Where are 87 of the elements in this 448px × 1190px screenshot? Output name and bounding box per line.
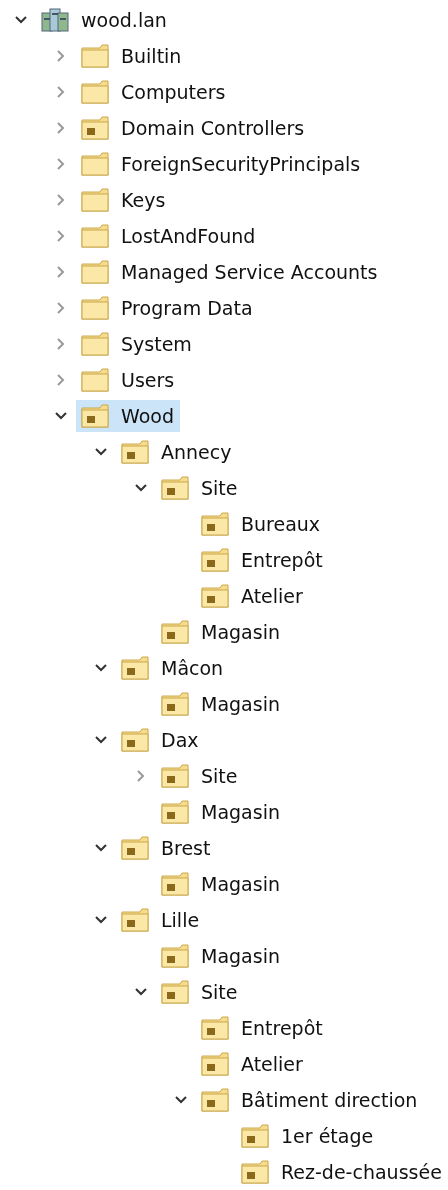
chevron-down-icon[interactable] [174, 1095, 188, 1105]
folder-ou-icon [80, 403, 110, 429]
folder-icon [80, 331, 110, 357]
tree-item[interactable]: Domain Controllers [76, 112, 311, 144]
chevron-down-icon[interactable] [54, 411, 68, 421]
folder-icon [80, 151, 110, 177]
tree-item[interactable]: Builtin [76, 40, 188, 72]
tree-item[interactable]: Atelier [196, 580, 309, 612]
chevron-right-icon[interactable] [56, 193, 66, 207]
folder-ou-icon [240, 1123, 270, 1149]
folder-ou-icon [160, 943, 190, 969]
tree-item[interactable]: Annecy [116, 436, 238, 468]
folder-ou-icon [160, 799, 190, 825]
tree-item[interactable]: Magasin [156, 868, 286, 900]
chevron-right-icon[interactable] [56, 337, 66, 351]
tree-item[interactable]: Keys [76, 184, 172, 216]
folder-ou-icon [80, 115, 110, 141]
folder-ou-icon [120, 439, 150, 465]
folder-ou-icon [160, 475, 190, 501]
tree-item[interactable]: System [76, 328, 198, 360]
tree-item[interactable]: Magasin [156, 616, 286, 648]
folder-icon [80, 367, 110, 393]
chevron-down-icon[interactable] [94, 735, 108, 745]
tree-item[interactable]: ForeignSecurityPrincipals [76, 148, 367, 180]
folder-ou-icon [120, 835, 150, 861]
chevron-right-icon[interactable] [56, 229, 66, 243]
folder-ou-icon [200, 1015, 230, 1041]
folder-icon [80, 259, 110, 285]
tree-item[interactable]: Computers [76, 76, 232, 108]
tree-item[interactable]: Rez-de-chaussée [236, 1156, 448, 1188]
tree-item[interactable]: Entrepôt [196, 1012, 329, 1044]
chevron-down-icon[interactable] [134, 483, 148, 493]
tree-item[interactable]: Bureaux [196, 508, 327, 540]
folder-icon [80, 295, 110, 321]
folder-ou-icon [160, 763, 190, 789]
tree-item[interactable]: Brest [116, 832, 217, 864]
folder-ou-icon [160, 691, 190, 717]
tree-item[interactable]: Entrepôt [196, 544, 329, 576]
domain-servers-icon [40, 7, 70, 33]
tree-item[interactable]: Magasin [156, 688, 286, 720]
tree-item[interactable]: 1er étage [236, 1120, 380, 1152]
tree-item[interactable]: Site [156, 472, 244, 504]
tree-item[interactable]: wood.lan [36, 4, 173, 36]
chevron-right-icon[interactable] [56, 301, 66, 315]
chevron-down-icon[interactable] [94, 843, 108, 853]
tree-item[interactable]: Dax [116, 724, 205, 756]
folder-ou-icon [200, 1087, 230, 1113]
tree-item[interactable]: LostAndFound [76, 220, 262, 252]
folder-ou-icon [120, 655, 150, 681]
tree-item[interactable]: Atelier [196, 1048, 309, 1080]
folder-ou-icon [200, 1051, 230, 1077]
tree-item[interactable]: Magasin [156, 796, 286, 828]
chevron-right-icon[interactable] [56, 49, 66, 63]
chevron-down-icon[interactable] [94, 663, 108, 673]
chevron-down-icon[interactable] [94, 915, 108, 925]
tree-item[interactable]: Wood [76, 400, 180, 432]
folder-ou-icon [120, 907, 150, 933]
chevron-right-icon[interactable] [56, 85, 66, 99]
folder-icon [80, 79, 110, 105]
tree-item[interactable]: Mâcon [116, 652, 230, 684]
folder-ou-icon [200, 583, 230, 609]
folder-ou-icon [120, 727, 150, 753]
tree-item[interactable]: Site [156, 976, 244, 1008]
folder-ou-icon [200, 547, 230, 573]
chevron-right-icon[interactable] [136, 769, 146, 783]
tree-item[interactable]: Users [76, 364, 181, 396]
folder-ou-icon [200, 511, 230, 537]
tree-item[interactable]: Bâtiment direction [196, 1084, 424, 1116]
chevron-down-icon[interactable] [14, 15, 28, 25]
chevron-right-icon[interactable] [56, 121, 66, 135]
chevron-down-icon[interactable] [94, 447, 108, 457]
folder-ou-icon [160, 871, 190, 897]
folder-ou-icon [240, 1159, 270, 1185]
folder-icon [80, 223, 110, 249]
folder-icon [80, 187, 110, 213]
tree-item[interactable]: Program Data [76, 292, 259, 324]
chevron-right-icon[interactable] [56, 265, 66, 279]
tree-item[interactable]: Site [156, 760, 244, 792]
chevron-down-icon[interactable] [134, 987, 148, 997]
chevron-right-icon[interactable] [56, 157, 66, 171]
folder-icon [80, 43, 110, 69]
folder-ou-icon [160, 619, 190, 645]
folder-ou-icon [160, 979, 190, 1005]
tree-item[interactable]: Lille [116, 904, 206, 936]
tree-item[interactable]: Managed Service Accounts [76, 256, 384, 288]
chevron-right-icon[interactable] [56, 373, 66, 387]
tree-item[interactable]: Magasin [156, 940, 286, 972]
